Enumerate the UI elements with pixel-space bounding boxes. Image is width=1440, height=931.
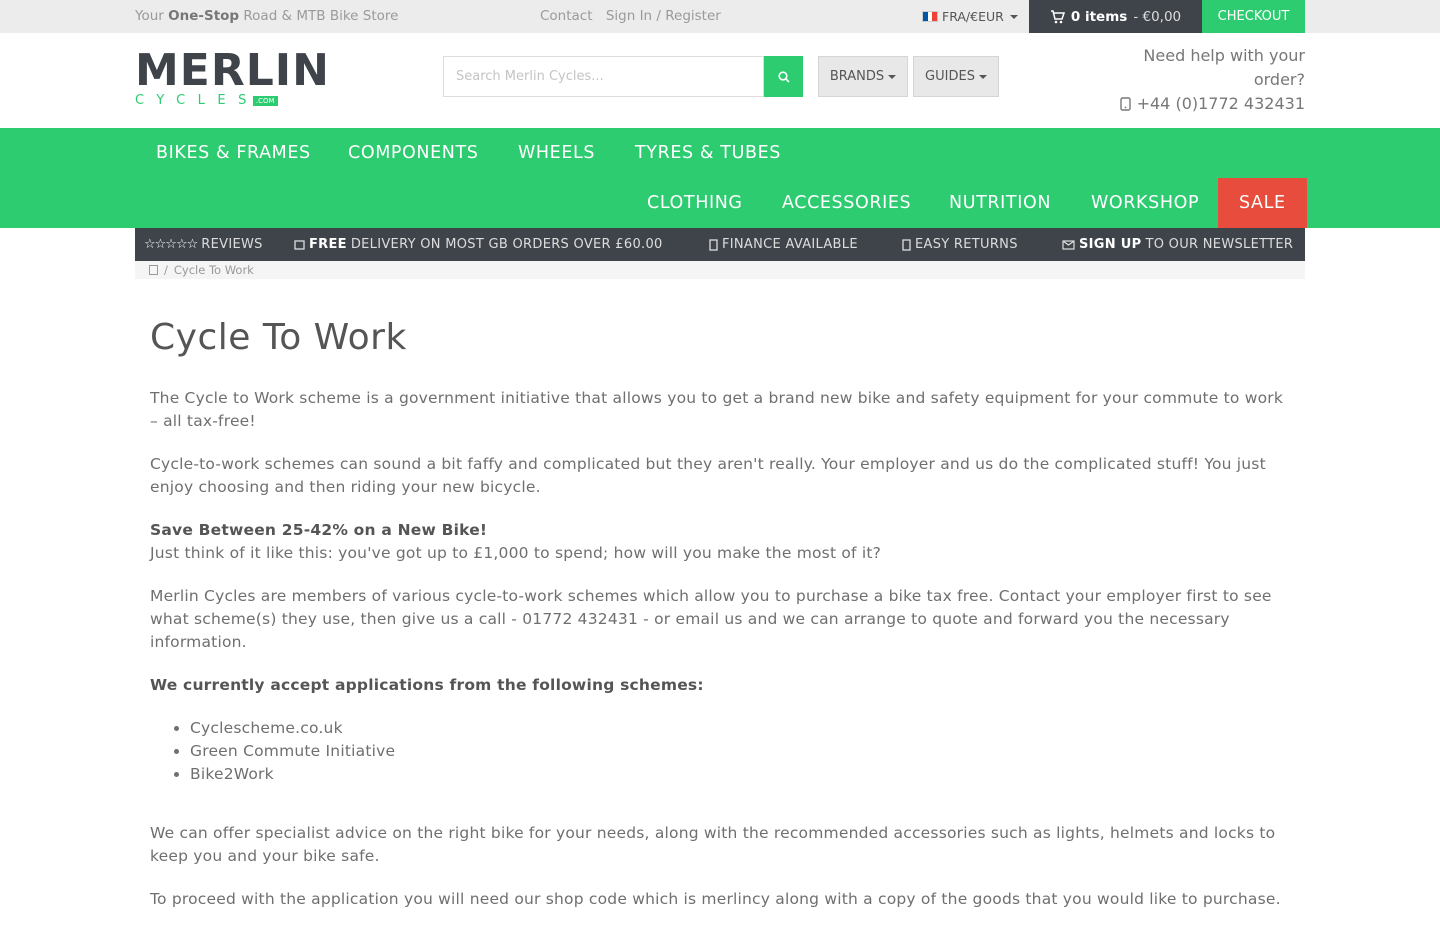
schemes-explained-paragraph: Cycle-to-work schemes can sound a bit fa…: [150, 455, 1266, 496]
main-nav: BIKES & FRAMES COMPONENTS WHEELS TYRES &…: [0, 128, 1440, 228]
france-flag-icon: [922, 11, 938, 22]
page-content: Cycle To Work The Cycle to Work scheme i…: [150, 316, 1290, 931]
usp-finance[interactable]: FINANCE AVAILABLE: [709, 237, 858, 252]
usp-bar: ☆☆☆☆☆ REVIEWS FREE DELIVERY ON MOST GB O…: [135, 228, 1305, 261]
usp-returns[interactable]: EASY RETURNS: [902, 237, 1018, 252]
nav-bikes-frames[interactable]: BIKES & FRAMES: [156, 128, 311, 178]
usp-free-bold: FREE: [309, 237, 347, 252]
merlin-logo[interactable]: MERLIN CYCLES .COM: [135, 45, 335, 109]
membership-paragraph: Merlin Cycles are members of various cyc…: [150, 587, 1272, 651]
help-box: Need help with your order? +44 (0)1772 4…: [1105, 44, 1305, 116]
currency-label: FRA/€EUR: [942, 9, 1004, 24]
home-icon[interactable]: [149, 265, 158, 275]
usp-free-rest: DELIVERY ON MOST GB ORDERS OVER £60.00: [350, 237, 663, 252]
usp-returns-label: EASY RETURNS: [915, 237, 1018, 252]
usp-finance-label: FINANCE AVAILABLE: [722, 237, 858, 252]
page-title: Cycle To Work: [150, 317, 407, 358]
caret-down-icon: [888, 74, 897, 79]
usp-signup-bold: SIGN UP: [1079, 237, 1142, 252]
returns-icon: [902, 238, 911, 251]
intro-paragraph: The Cycle to Work scheme is a government…: [150, 389, 1284, 430]
cart-icon: [1050, 9, 1065, 23]
list-item: Green Commute Initiative: [190, 740, 1290, 763]
usp-free-delivery[interactable]: FREE DELIVERY ON MOST GB ORDERS OVER £60…: [294, 237, 663, 252]
cart-button[interactable]: 0 items - €0,00: [1029, 0, 1202, 33]
nav-components[interactable]: COMPONENTS: [348, 128, 478, 178]
checkout-button[interactable]: CHECKOUT: [1202, 0, 1305, 33]
nav-wheels[interactable]: WHEELS: [518, 128, 595, 178]
breadcrumb-separator: /: [164, 263, 168, 277]
cart-items: 0 items: [1070, 8, 1128, 25]
breadcrumb-current: Cycle To Work: [173, 263, 254, 277]
usp-reviews-label: REVIEWS: [201, 237, 263, 252]
breadcrumb: / Cycle To Work: [135, 261, 1305, 279]
logo-com: .COM: [252, 95, 278, 106]
nav-sale[interactable]: SALE: [1218, 178, 1307, 228]
currency-selector[interactable]: FRA/€EUR: [922, 9, 1018, 24]
tagline-suffix: Road & MTB Bike Store: [239, 8, 399, 24]
signin-link[interactable]: Sign In / Register: [606, 8, 721, 24]
nav-accessories[interactable]: ACCESSORIES: [782, 178, 911, 228]
nav-workshop[interactable]: WORKSHOP: [1091, 178, 1199, 228]
brands-dropdown[interactable]: BRANDS: [818, 56, 908, 97]
nav-clothing[interactable]: CLOTHING: [647, 178, 743, 228]
search-button[interactable]: [764, 56, 803, 97]
search-icon: [777, 70, 790, 83]
savings-heading: Save Between 25-42% on a New Bike!: [150, 521, 488, 539]
top-bar: Your One-Stop Road & MTB Bike Store Cont…: [0, 0, 1440, 33]
brands-label: BRANDS: [829, 69, 885, 84]
finance-icon: [709, 238, 718, 251]
cart-total: - €0,00: [1133, 8, 1182, 25]
envelope-icon: [1062, 239, 1075, 250]
site-header: MERLIN CYCLES .COM BRANDS GUIDES Need he…: [0, 33, 1440, 128]
guides-dropdown[interactable]: GUIDES: [913, 56, 999, 97]
star-rating-icon: ☆☆☆☆☆: [144, 237, 198, 252]
phone-number: +44 (0)1772 432431: [1136, 94, 1305, 113]
schemes-list: Cyclescheme.co.uk Green Commute Initiati…: [190, 717, 1290, 786]
guides-label: GUIDES: [925, 69, 975, 84]
help-text-line1: Need help with your: [1143, 46, 1305, 65]
logo-wordmark: MERLIN: [135, 45, 330, 96]
schemes-heading: We currently accept applications from th…: [150, 676, 704, 694]
tagline-bold: One-Stop: [168, 8, 240, 24]
list-item: Cyclescheme.co.uk: [190, 717, 1290, 740]
search-bar: [443, 56, 803, 97]
search-input[interactable]: [443, 56, 764, 97]
tagline-prefix: Your: [135, 8, 169, 24]
store-tagline: Your One-Stop Road & MTB Bike Store: [135, 8, 398, 24]
logo-cycles: CYCLES: [135, 93, 259, 108]
savings-block: Save Between 25-42% on a New Bike! Just …: [150, 519, 1290, 565]
usp-newsletter[interactable]: SIGN UP TO OUR NEWSLETTER: [1062, 237, 1293, 252]
chevron-down-icon: [1009, 14, 1018, 19]
nav-tyres-tubes[interactable]: TYRES & TUBES: [635, 128, 781, 178]
phone-link[interactable]: +44 (0)1772 432431: [1105, 92, 1305, 116]
help-text-line2: order?: [1253, 70, 1305, 89]
advice-paragraph: We can offer specialist advice on the ri…: [150, 824, 1276, 865]
savings-text: Just think of it like this: you've got u…: [150, 544, 882, 562]
account-links: Contact Sign In / Register: [540, 8, 730, 24]
contact-link[interactable]: Contact: [540, 8, 593, 24]
mobile-phone-icon: [1119, 97, 1131, 111]
truck-icon: [294, 239, 305, 250]
list-item: Bike2Work: [190, 763, 1290, 786]
nav-nutrition[interactable]: NUTRITION: [949, 178, 1051, 228]
usp-reviews[interactable]: ☆☆☆☆☆ REVIEWS: [144, 237, 263, 252]
caret-down-icon: [978, 74, 987, 79]
usp-signup-rest: TO OUR NEWSLETTER: [1145, 237, 1294, 252]
